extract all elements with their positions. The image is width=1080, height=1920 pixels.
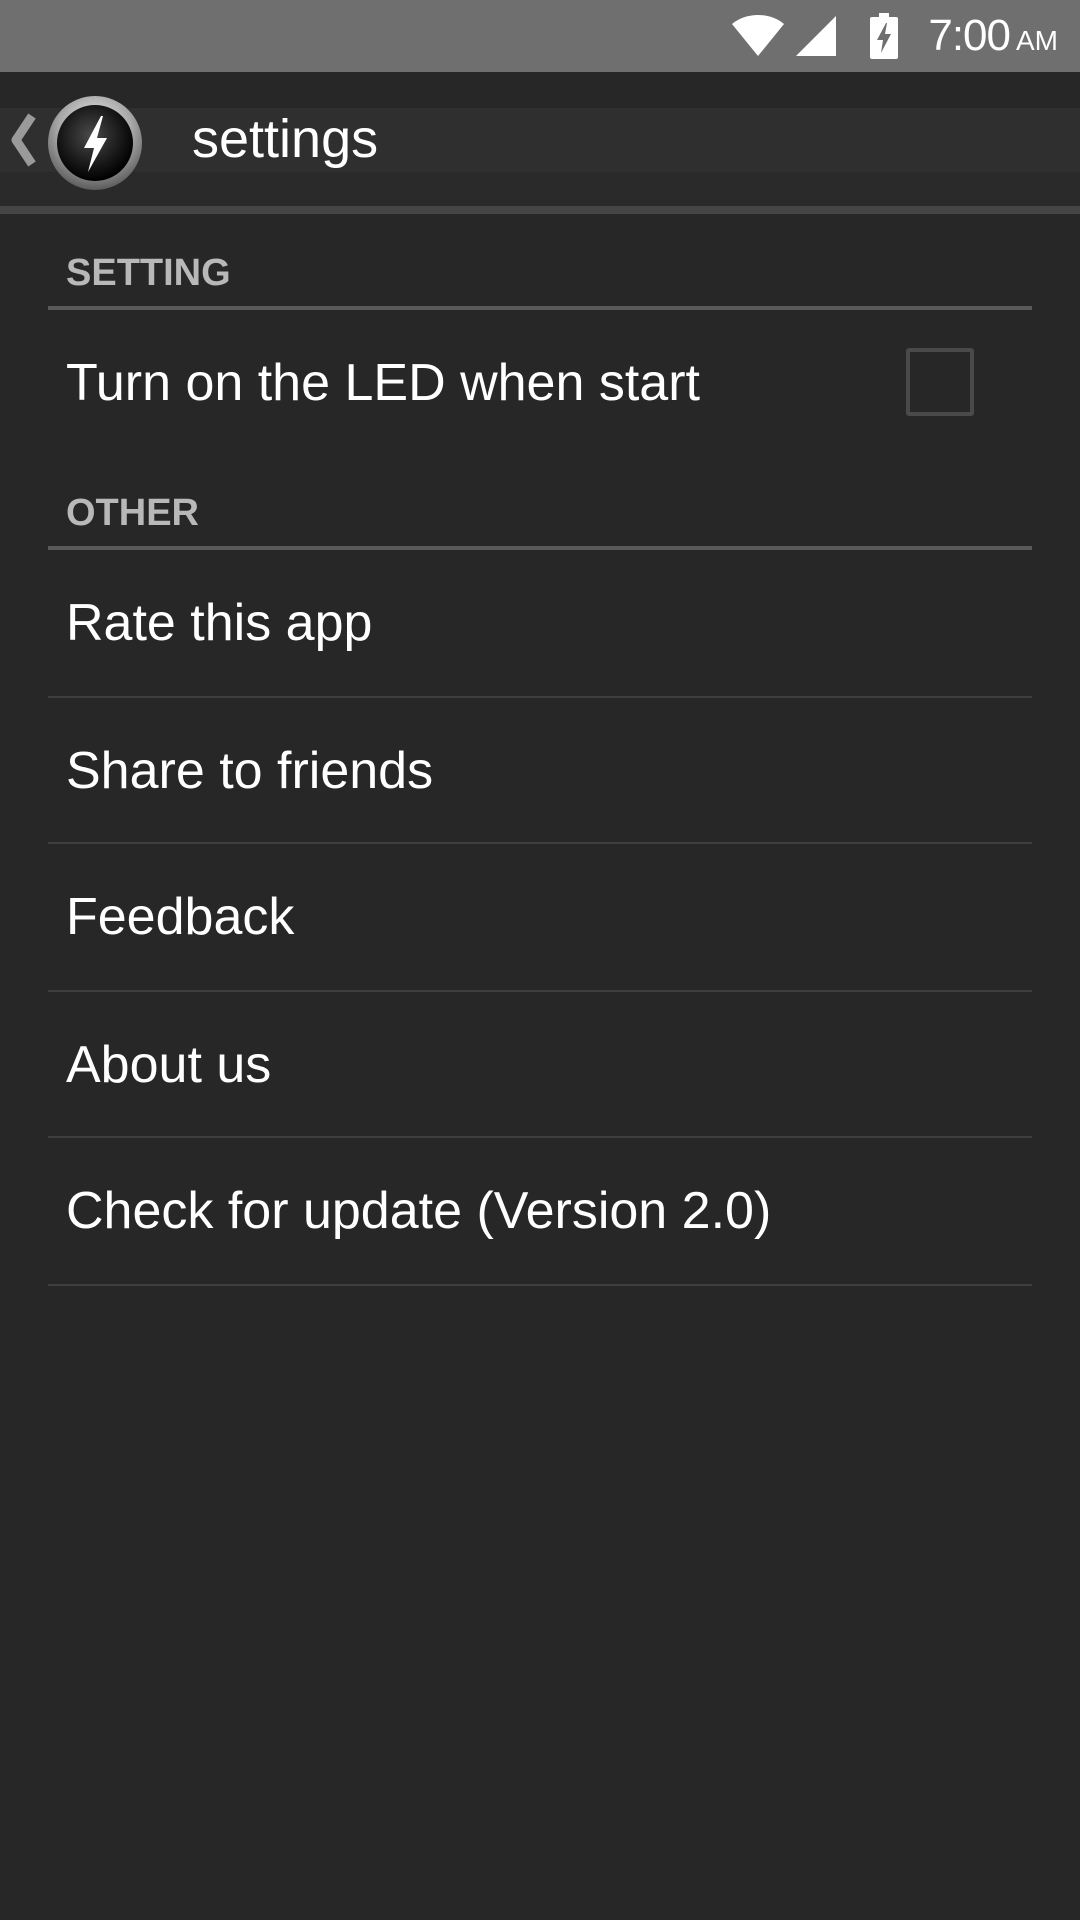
status-icons: 7:00 AM [730,0,1058,72]
pref-label-feedback: Feedback [66,888,295,946]
row-divider [48,1284,1032,1286]
action-bar-divider [0,206,1080,214]
status-bar: 7:00 AM [0,0,1080,72]
pref-label-check-for-update: Check for update (Version 2.0) [66,1182,772,1240]
pref-share-to-friends[interactable]: Share to friends [48,698,1032,844]
pref-check-for-update[interactable]: Check for update (Version 2.0) [48,1138,1032,1284]
clock-time: 7:00 [928,11,1011,60]
category-title-setting: SETTING [66,252,231,294]
pref-led-on-start[interactable]: Turn on the LED when start [48,310,1032,456]
category-title-other: OTHER [66,492,199,534]
pref-rate-this-app[interactable]: Rate this app [48,550,1032,696]
screen-title: settings [192,109,379,169]
action-bar-lower-band [0,172,1080,206]
battery-charging-icon [870,13,899,59]
wifi-icon [732,15,785,56]
action-bar: settings [0,72,1080,214]
signal-icon [796,16,837,56]
action-bar-band [0,108,1080,172]
pref-about-us[interactable]: About us [48,992,1032,1138]
pref-label-rate-this-app: Rate this app [66,594,373,652]
flashlight-bolt-logo-icon [48,96,142,190]
status-clock: 7:00 AM [928,11,1058,61]
pref-label-about-us: About us [66,1036,272,1094]
pref-feedback[interactable]: Feedback [48,844,1032,990]
back-chevron-icon [11,113,36,167]
settings-screen: 7:00 AM settings SETTING Turn on the LED… [0,0,1080,1920]
pref-label-share-to-friends: Share to friends [66,742,434,800]
up-navigation-button[interactable] [0,90,150,196]
pref-label-led-on-start: Turn on the LED when start [66,354,700,412]
led-on-start-checkbox[interactable] [906,348,974,416]
clock-ampm: AM [1016,25,1058,56]
